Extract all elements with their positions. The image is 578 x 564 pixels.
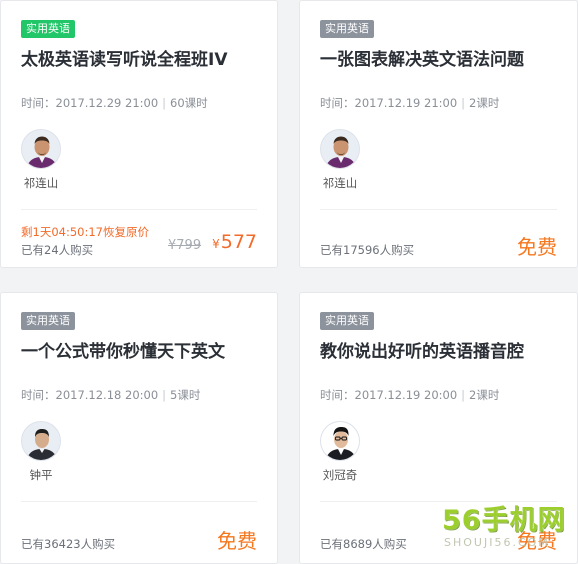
person-icon — [321, 422, 359, 460]
buyer-count: 已有36423人购买 — [21, 537, 116, 551]
countdown-text: 剩1天04:50:17恢复原价 — [21, 225, 149, 239]
lesson-count: 60课时 — [170, 96, 208, 110]
course-time: 时间：2017.12.19 20:00 | 2课时 — [320, 387, 499, 403]
teacher-name[interactable]: 祁连山 — [320, 175, 360, 191]
teacher-avatar[interactable] — [21, 129, 61, 169]
category-tag: 实用英语 — [320, 20, 374, 38]
teacher-name[interactable]: 刘冠奇 — [320, 467, 360, 483]
course-card[interactable]: 实用英语 一个公式带你秒懂天下英文 时间：2017.12.18 20:00 | 5课… — [0, 292, 278, 564]
course-card[interactable]: 实用英语 太极英语读写听说全程班IV 时间：2017.12.29 21:00 | 6… — [0, 0, 278, 268]
teacher-avatar[interactable] — [320, 129, 360, 169]
teacher-name[interactable]: 钟平 — [21, 467, 61, 483]
category-tag: 实用英语 — [21, 20, 75, 38]
course-title[interactable]: 教你说出好听的英语播音腔 — [320, 337, 524, 362]
category-tag: 实用英语 — [21, 312, 75, 330]
divider — [320, 209, 557, 210]
price-free: 免费 — [517, 235, 557, 259]
course-time: 时间：2017.12.18 20:00 | 5课时 — [21, 387, 200, 403]
teacher-avatar[interactable] — [21, 421, 61, 461]
person-icon — [22, 130, 60, 168]
course-title[interactable]: 太极英语读写听说全程班IV — [21, 45, 227, 70]
course-date: 2017.12.19 21:00 — [354, 96, 458, 110]
person-icon — [321, 130, 359, 168]
course-title[interactable]: 一个公式带你秒懂天下英文 — [21, 337, 225, 362]
buyer-count: 已有17596人购买 — [320, 243, 415, 257]
course-card[interactable]: 实用英语 教你说出好听的英语播音腔 时间：2017.12.19 20:00 | 2课… — [299, 292, 578, 564]
price-free: 免费 — [217, 529, 257, 553]
price-free: 免费 — [517, 529, 557, 553]
divider — [320, 501, 557, 502]
price-value: 577 — [220, 231, 257, 253]
original-price: ¥799 — [168, 238, 202, 253]
currency-symbol: ¥ — [212, 237, 220, 251]
buyer-count: 已有8689人购买 — [320, 537, 407, 551]
course-title[interactable]: 一张图表解决英文语法问题 — [320, 45, 524, 70]
lesson-count: 5课时 — [170, 388, 201, 402]
price: ¥577 — [212, 231, 257, 253]
divider — [21, 209, 257, 210]
course-date: 2017.12.19 20:00 — [354, 388, 458, 402]
separator: | — [461, 96, 466, 110]
time-label: 时间： — [320, 388, 355, 402]
category-tag: 实用英语 — [320, 312, 374, 330]
course-grid: 实用英语 太极英语读写听说全程班IV 时间：2017.12.29 21:00 | 6… — [0, 0, 578, 564]
teacher-avatar[interactable] — [320, 421, 360, 461]
separator: | — [162, 96, 167, 110]
course-card[interactable]: 实用英语 一张图表解决英文语法问题 时间：2017.12.19 21:00 | 2课… — [299, 0, 578, 268]
separator: | — [461, 388, 466, 402]
lesson-count: 2课时 — [469, 388, 500, 402]
time-label: 时间： — [21, 388, 56, 402]
teacher-name[interactable]: 祁连山 — [21, 175, 61, 191]
person-icon — [22, 422, 60, 460]
time-label: 时间： — [320, 96, 355, 110]
separator: | — [162, 388, 167, 402]
course-date: 2017.12.18 20:00 — [55, 388, 159, 402]
course-date: 2017.12.29 21:00 — [55, 96, 159, 110]
course-time: 时间：2017.12.19 21:00 | 2课时 — [320, 95, 499, 111]
divider — [21, 501, 257, 502]
buyer-count: 已有24人购买 — [21, 243, 94, 257]
time-label: 时间： — [21, 96, 56, 110]
course-time: 时间：2017.12.29 21:00 | 60课时 — [21, 95, 208, 111]
lesson-count: 2课时 — [469, 96, 500, 110]
